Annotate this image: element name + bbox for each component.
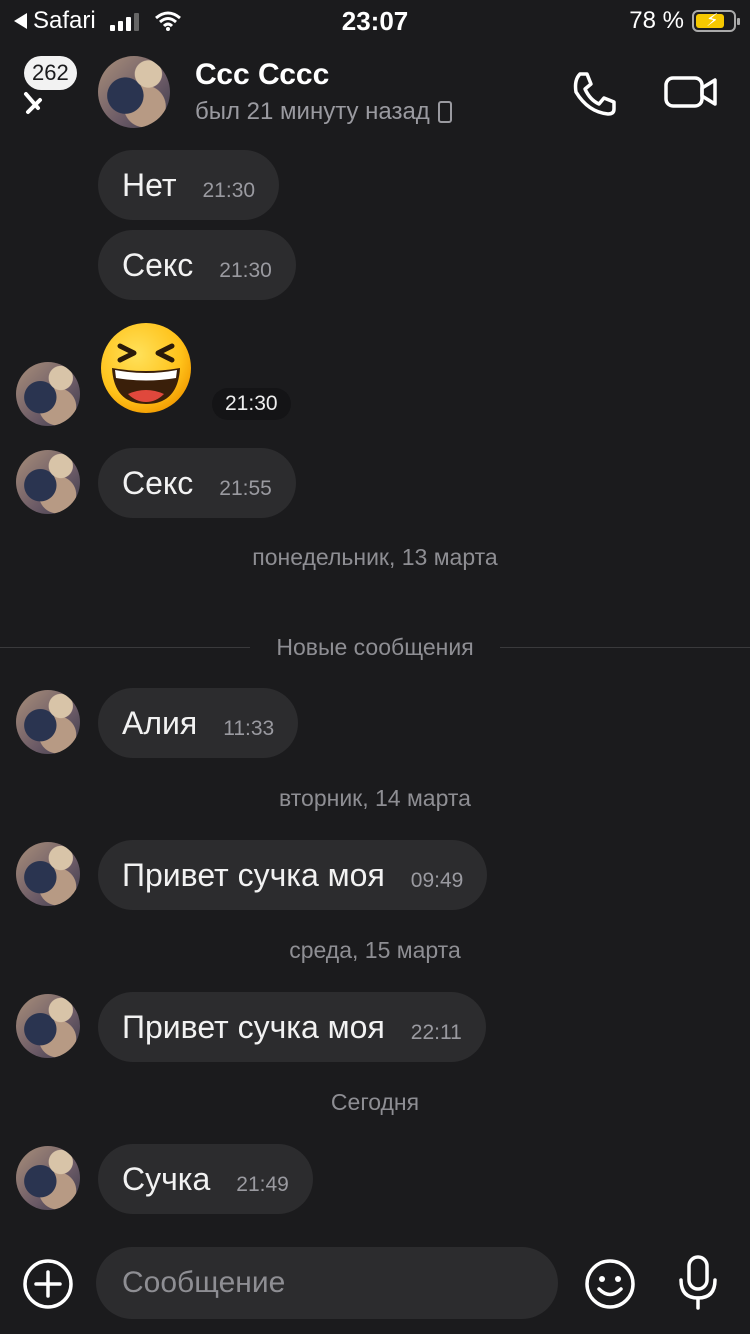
contact-avatar[interactable] <box>98 56 170 128</box>
message-text: Привет сучка моя <box>122 856 385 893</box>
emoji-picker-icon[interactable] <box>584 1258 636 1310</box>
sender-avatar[interactable] <box>16 450 80 514</box>
message-time: 21:49 <box>236 1173 289 1196</box>
grinning-squinting-emoji[interactable] <box>98 320 194 416</box>
message-bubble[interactable]: Сучка 21:49 <box>98 1144 313 1214</box>
message-bubble[interactable]: Алия 11:33 <box>98 688 299 758</box>
microphone-icon[interactable] <box>676 1254 720 1312</box>
message-bubble[interactable]: Нет 21:30 <box>98 150 280 220</box>
mobile-device-icon <box>437 101 452 123</box>
message-time: 21:55 <box>219 477 272 500</box>
message-input[interactable] <box>96 1247 558 1319</box>
message-text: Нет <box>122 166 177 203</box>
message-time: 21:30 <box>202 179 256 202</box>
message-text: Сучка <box>122 1160 211 1197</box>
last-seen-text: был 21 минуту назад <box>195 98 430 125</box>
battery-percent: 78 % <box>629 7 684 34</box>
new-messages-divider: Новые сообщения <box>0 632 750 662</box>
divider-line <box>499 646 750 648</box>
message-text: Привет сучка моя <box>122 1008 385 1045</box>
date-separator: Сегодня <box>330 1089 420 1115</box>
message-text: Секс <box>122 246 194 283</box>
date-separator: понедельник, 13 марта <box>252 544 498 570</box>
new-messages-label: Новые сообщения <box>276 633 474 660</box>
message-time: 21:30 <box>219 259 272 282</box>
video-camera-icon[interactable] <box>664 72 718 112</box>
message-bubble[interactable]: Привет сучка моя 22:11 <box>98 992 486 1062</box>
battery-icon: ⚡ <box>692 10 740 32</box>
message-bubble[interactable]: Секс 21:30 <box>98 230 296 300</box>
message-time: 21:30 <box>212 388 291 420</box>
sender-avatar[interactable] <box>16 690 80 754</box>
contact-status: был 21 минуту назад <box>195 98 452 126</box>
unread-count-badge[interactable]: 262 <box>24 56 77 90</box>
sender-avatar[interactable] <box>16 1146 80 1210</box>
message-time: 09:49 <box>410 869 464 892</box>
date-separator: вторник, 14 марта <box>279 785 471 811</box>
message-bubble[interactable]: Привет сучка моя 09:49 <box>98 840 488 910</box>
date-separator: среда, 15 марта <box>289 937 461 963</box>
message-time: 11:33 <box>223 717 275 740</box>
message-time: 22:11 <box>410 1021 462 1044</box>
sender-avatar[interactable] <box>16 362 80 426</box>
sender-avatar[interactable] <box>16 994 80 1058</box>
contact-name[interactable]: Ссс Сссс <box>195 58 329 92</box>
divider-line <box>0 646 251 648</box>
sender-avatar[interactable] <box>16 842 80 906</box>
status-bar-right: 78 % ⚡ <box>629 6 740 36</box>
message-text: Секс <box>122 464 194 501</box>
phone-icon[interactable] <box>568 68 620 120</box>
attach-plus-icon[interactable] <box>22 1258 74 1310</box>
message-text: Алия <box>122 704 198 741</box>
message-bubble[interactable]: Секс 21:55 <box>98 448 296 518</box>
